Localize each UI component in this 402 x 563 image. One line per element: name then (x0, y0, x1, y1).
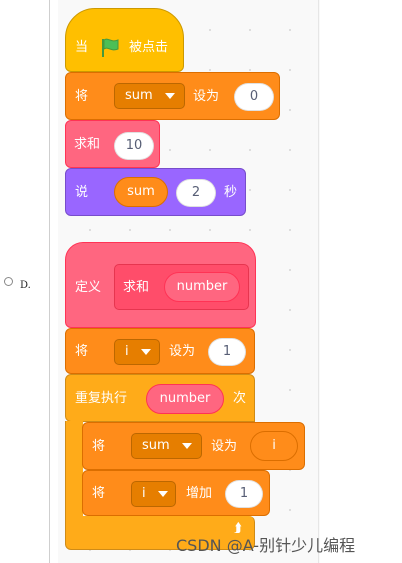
chevron-down-icon (141, 349, 151, 355)
change-i-block[interactable]: 将 i 增加 1 (82, 470, 270, 516)
variable-dropdown[interactable]: i (131, 481, 176, 507)
arg-text: 10 (125, 138, 143, 153)
variable-name: sum (125, 88, 153, 103)
reporter-text: i (272, 438, 276, 453)
reporter-text: sum (127, 184, 155, 199)
repeat-block[interactable]: 重复执行 number 次 (65, 374, 255, 422)
set-middle: 设为 (193, 89, 220, 104)
times-reporter[interactable]: number (146, 384, 224, 414)
set-i-middle: 设为 (169, 344, 196, 359)
param-text: number (176, 279, 228, 294)
variable-name: i (142, 486, 146, 501)
say-for-secs-block[interactable]: 说 sum 2 秒 (65, 168, 246, 216)
variable-name: sum (142, 438, 170, 453)
custom-block-prototype[interactable]: 求和 number (114, 264, 249, 310)
value-input[interactable]: 1 (208, 338, 246, 366)
hat-prefix: 当 (75, 40, 89, 55)
repeat-arm (65, 421, 83, 525)
param-reporter[interactable]: number (164, 272, 240, 302)
value-input[interactable]: 1 (225, 480, 263, 508)
option-label: D. (20, 280, 31, 291)
watermark: CSDN @A-别针少儿编程 (176, 536, 356, 555)
value-text: 0 (249, 89, 259, 104)
say-label: 说 (75, 185, 89, 200)
set-sum-block[interactable]: 将 sum 设为 0 (65, 72, 280, 120)
when-flag-clicked-block[interactable]: 当 被点击 (65, 8, 184, 72)
green-flag-icon (102, 38, 119, 57)
option-radio[interactable] (4, 277, 13, 286)
i-reporter[interactable]: i (250, 431, 298, 461)
variable-dropdown[interactable]: i (114, 339, 160, 365)
variable-name: i (125, 344, 129, 359)
sum-reporter[interactable]: sum (114, 177, 168, 207)
margin-rule (49, 0, 50, 563)
set-label: 将 (75, 89, 89, 104)
secs-text: 2 (191, 185, 201, 200)
value-text: 1 (222, 344, 232, 359)
change-middle: 增加 (186, 486, 213, 501)
repeat-unit: 次 (233, 391, 247, 406)
variable-dropdown[interactable]: sum (114, 83, 185, 109)
arg-input[interactable]: 10 (114, 132, 154, 160)
call-label: 求和 (74, 137, 101, 152)
secs-input[interactable]: 2 (176, 179, 216, 207)
value-input[interactable]: 0 (234, 83, 274, 111)
define-block[interactable]: 定义 求和 number (65, 242, 256, 328)
prototype-name: 求和 (123, 280, 150, 295)
secs-unit: 秒 (224, 185, 238, 200)
page: D. 当 被点击 将 sum 设为 0 求和 10 说 sum 2 秒 定义 求… (0, 0, 402, 563)
change-label: 将 (92, 486, 106, 501)
set-i-label: 将 (75, 344, 89, 359)
call-sum-block[interactable]: 求和 10 (65, 120, 160, 168)
value-text: 1 (239, 486, 249, 501)
set-i-block[interactable]: 将 i 设为 1 (65, 328, 255, 374)
define-label: 定义 (75, 280, 102, 295)
canvas-edge (318, 0, 319, 563)
variable-dropdown[interactable]: sum (131, 433, 202, 459)
set-sum-middle: 设为 (211, 439, 238, 454)
set-sum-i-block[interactable]: 将 sum 设为 i (82, 422, 305, 470)
chevron-down-icon (182, 443, 192, 449)
chevron-down-icon (158, 491, 168, 497)
times-text: number (159, 391, 211, 406)
set-sum-label: 将 (92, 439, 106, 454)
chevron-down-icon (165, 93, 175, 99)
repeat-label: 重复执行 (75, 391, 128, 406)
hat-suffix: 被点击 (129, 40, 169, 55)
